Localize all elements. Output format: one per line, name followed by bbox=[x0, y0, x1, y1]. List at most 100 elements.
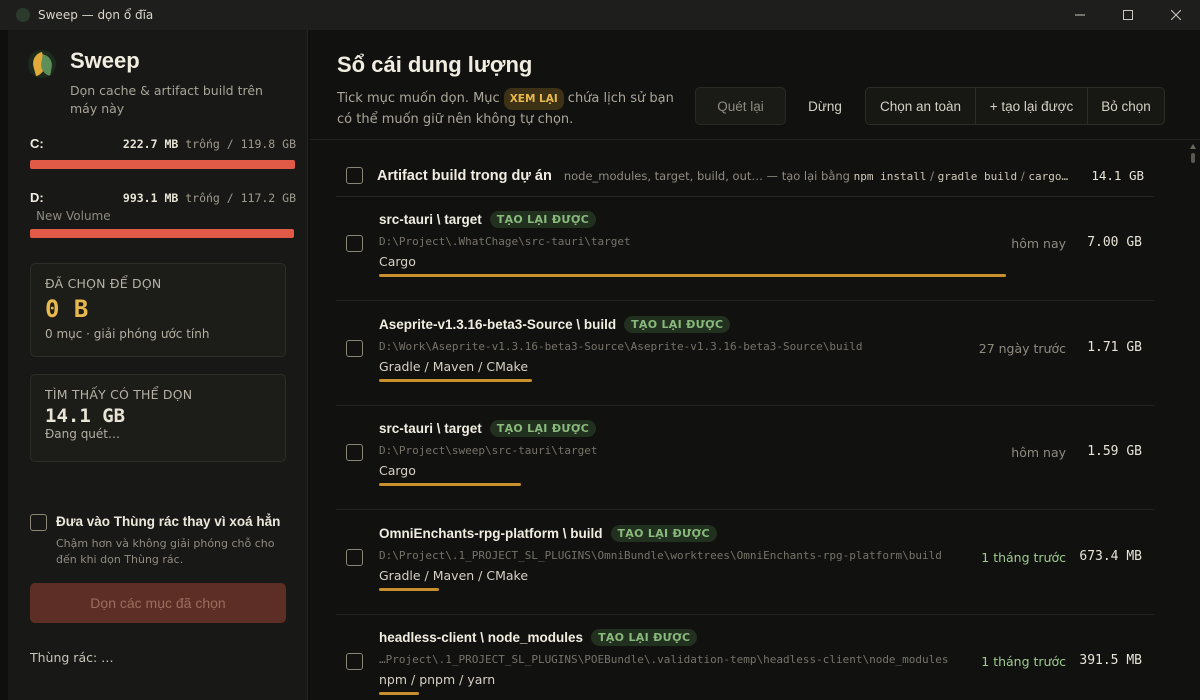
item-name: OmniEnchants-rpg-platform \ build bbox=[379, 525, 603, 541]
list-item[interactable]: src-tauri \ target TẠO LẠI ĐƯỢC D:\Project… bbox=[336, 197, 1154, 301]
list-item[interactable]: headless-client \ node_modules TẠO LẠI ĐƯ… bbox=[336, 615, 1154, 700]
rescan-button[interactable]: Quét lại bbox=[695, 87, 786, 125]
group-description: node_modules, target, build, out… — tạo … bbox=[563, 168, 1069, 183]
drive-c: C: 222.7 MB trống / 119.8 GB bbox=[30, 136, 296, 169]
drive-space: 993.1 MB trống / 117.2 GB bbox=[122, 191, 296, 205]
item-path: D:\Project\.WhatChage\src-tauri\target bbox=[379, 235, 631, 248]
list-item[interactable]: Aseprite-v1.3.16-beta3-Source \ build TẠO… bbox=[336, 302, 1154, 406]
page-title: Sổ cái dung lượng bbox=[337, 52, 533, 77]
group-checkbox[interactable] bbox=[346, 167, 363, 184]
item-modified: hôm nay bbox=[1011, 236, 1066, 251]
leaf-logo-icon bbox=[28, 50, 56, 78]
selected-summary-card: ĐÃ CHỌN ĐỂ DỌN 0 B 0 mục · giải phóng ướ… bbox=[30, 263, 286, 357]
drive-usage-bar bbox=[30, 229, 294, 238]
window-controls bbox=[1056, 0, 1200, 30]
scroll-up-icon[interactable] bbox=[1190, 144, 1196, 149]
item-size: 1.71 GB bbox=[1087, 339, 1142, 355]
selected-label: ĐÃ CHỌN ĐỂ DỌN bbox=[45, 276, 162, 291]
sidebar: Sweep Dọn cache & artifact build trên má… bbox=[8, 30, 308, 700]
item-type: Gradle / Maven / CMake bbox=[379, 358, 529, 374]
item-size: 7.00 GB bbox=[1087, 235, 1142, 250]
item-type: Cargo bbox=[379, 254, 416, 269]
item-size-bar bbox=[379, 483, 521, 486]
drive-letter: D: bbox=[30, 190, 44, 205]
item-list[interactable]: Artifact build trong dự án node_modules,… bbox=[310, 141, 1200, 700]
item-name: Aseprite-v1.3.16-beta3-Source \ build bbox=[379, 316, 617, 332]
item-name: src-tauri \ target bbox=[379, 212, 482, 227]
drive-letter: C: bbox=[30, 136, 44, 151]
select-safe-button[interactable]: Chọn an toàn bbox=[866, 88, 976, 124]
item-size: 1.59 GB bbox=[1087, 444, 1142, 459]
app-name: Sweep bbox=[70, 48, 140, 73]
window-title: Sweep — dọn ổ đĩa bbox=[38, 8, 154, 22]
trash-option-desc: Chậm hơn và không giải phóng chỗ cho đến… bbox=[56, 537, 275, 566]
item-checkbox[interactable] bbox=[346, 235, 363, 252]
review-chip: XEM LẠI bbox=[503, 88, 564, 110]
trash-option-title: Đưa vào Thùng rác thay vì xoá hẳn bbox=[56, 514, 281, 529]
trash-checkbox[interactable] bbox=[30, 514, 47, 531]
item-title: OmniEnchants-rpg-platform \ build TẠO LẠI… bbox=[379, 524, 717, 542]
item-path: D:\Project\sweep\src-tauri\target bbox=[379, 444, 598, 457]
list-item[interactable]: OmniEnchants-rpg-platform \ build TẠO LẠI… bbox=[336, 511, 1154, 615]
item-title: src-tauri \ target TẠO LẠI ĐƯỢC bbox=[379, 211, 597, 228]
scrollbar-thumb[interactable] bbox=[1191, 153, 1195, 163]
item-path: …Project\.1_PROJECT_SL_PLUGINS\POEBundle… bbox=[379, 653, 949, 666]
drive-usage-bar bbox=[30, 160, 296, 169]
selected-value: 0 B bbox=[45, 295, 89, 323]
item-modified: 1 tháng trước bbox=[981, 654, 1066, 669]
found-value: 14.1 GB bbox=[45, 405, 126, 427]
item-name: headless-client \ node_modules bbox=[379, 630, 584, 645]
main-header: Sổ cái dung lượng Tick mục muốn dọn. Mục… bbox=[310, 30, 1200, 140]
item-title: Aseprite-v1.3.16-beta3-Source \ build TẠO… bbox=[379, 315, 731, 333]
item-modified: 1 tháng trước bbox=[981, 549, 1066, 565]
clean-selected-button[interactable]: Dọn các mục đã chọn bbox=[30, 583, 286, 623]
item-type: Gradle / Maven / CMake bbox=[379, 567, 529, 583]
app-tagline: Dọn cache & artifact build trên máy này bbox=[70, 83, 263, 116]
drive-d: D: 993.1 MB trống / 117.2 GB New Volume bbox=[30, 190, 296, 238]
group-header: Artifact build trong dự án node_modules,… bbox=[336, 155, 1154, 197]
item-size-bar bbox=[379, 378, 532, 382]
main-panel: Sổ cái dung lượng Tick mục muốn dọn. Mục… bbox=[310, 30, 1200, 700]
item-type: npm / pnpm / yarn bbox=[379, 672, 496, 687]
trash-option: Đưa vào Thùng rác thay vì xoá hẳn Chậm h… bbox=[30, 514, 292, 566]
brand: Sweep bbox=[28, 48, 140, 78]
rebuildable-tag: TẠO LẠI ĐƯỢC bbox=[489, 211, 597, 228]
volume-label: New Volume bbox=[36, 209, 111, 223]
item-path: D:\Project\.1_PROJECT_SL_PLUGINS\OmniBun… bbox=[379, 548, 942, 562]
close-icon[interactable] bbox=[1152, 0, 1200, 30]
rebuildable-tag: TẠO LẠI ĐƯỢC bbox=[591, 629, 698, 646]
found-label: TÌM THẤY CÓ THỂ DỌN bbox=[45, 387, 193, 402]
selection-controls: Chọn an toàn + tạo lại được Bỏ chọn bbox=[865, 87, 1165, 125]
item-title: headless-client \ node_modules TẠO LẠI ĐƯ… bbox=[379, 629, 698, 646]
item-size: 391.5 MB bbox=[1079, 653, 1142, 668]
item-size-bar bbox=[379, 692, 419, 695]
group-title: Artifact build trong dự án bbox=[377, 167, 552, 184]
item-path: D:\Work\Aseprite-v1.3.16-beta3-Source\As… bbox=[379, 339, 863, 353]
group-size: 14.1 GB bbox=[1091, 168, 1144, 183]
stop-button[interactable]: Dừng bbox=[800, 87, 850, 125]
item-checkbox[interactable] bbox=[346, 548, 363, 566]
drive-space: 222.7 MB trống / 119.8 GB bbox=[122, 137, 296, 151]
item-size: 673.4 MB bbox=[1079, 548, 1142, 564]
scan-status: Đang quét… bbox=[45, 427, 120, 441]
page-description: Tick mục muốn dọn. Mục XEM LẠI chứa lịch s… bbox=[337, 88, 677, 130]
select-rebuildable-button[interactable]: + tạo lại được bbox=[976, 88, 1088, 124]
selected-sub: 0 mục · giải phóng ước tính bbox=[45, 327, 210, 341]
item-checkbox[interactable] bbox=[346, 653, 363, 670]
deselect-button[interactable]: Bỏ chọn bbox=[1088, 88, 1164, 124]
found-summary-card: TÌM THẤY CÓ THỂ DỌN 14.1 GB Đang quét… bbox=[30, 374, 286, 462]
item-modified: hôm nay bbox=[1011, 445, 1066, 460]
item-checkbox[interactable] bbox=[346, 339, 363, 357]
item-name: src-tauri \ target bbox=[379, 421, 482, 436]
item-size-bar bbox=[379, 587, 439, 591]
title-bar: Sweep — dọn ổ đĩa bbox=[0, 0, 1200, 30]
minimize-icon[interactable] bbox=[1056, 0, 1104, 30]
item-modified: 27 ngày trước bbox=[978, 340, 1066, 356]
maximize-icon[interactable] bbox=[1104, 0, 1152, 30]
rebuildable-tag: TẠO LẠI ĐƯỢC bbox=[624, 315, 731, 333]
item-size-bar bbox=[379, 274, 1006, 277]
list-item[interactable]: src-tauri \ target TẠO LẠI ĐƯỢC D:\Project… bbox=[336, 406, 1154, 510]
item-title: src-tauri \ target TẠO LẠI ĐƯỢC bbox=[379, 420, 597, 437]
item-checkbox[interactable] bbox=[346, 444, 363, 461]
trash-status: Thùng rác: … bbox=[30, 650, 114, 665]
